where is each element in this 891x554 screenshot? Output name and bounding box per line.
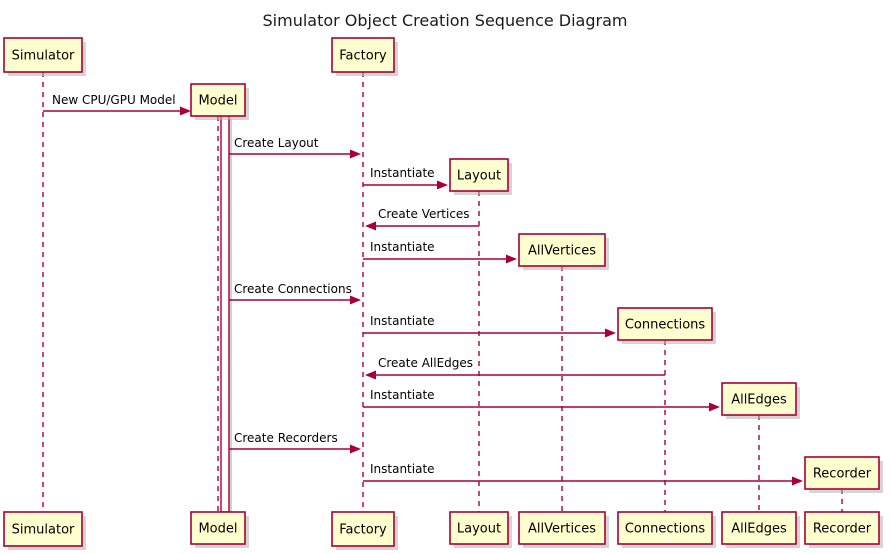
msg-create-layout-label: Create Layout bbox=[234, 136, 319, 150]
participant-allvertices-bottom-label: AllVertices bbox=[528, 522, 596, 537]
msg-instantiate-alledges-label: Instantiate bbox=[370, 388, 435, 402]
participant-simulator-bottom-label: Simulator bbox=[12, 523, 75, 538]
participant-connections-bottom-label: Connections bbox=[625, 522, 706, 537]
participant-simulator-top[interactable]: Simulator bbox=[3, 37, 86, 76]
participant-model-top-label: Model bbox=[198, 94, 237, 109]
msg-new-model-label: New CPU/GPU Model bbox=[52, 93, 176, 107]
sequence-diagram-svg: Simulator Object Creation Sequence Diagr… bbox=[0, 0, 891, 554]
sequence-diagram-canvas: Simulator Object Creation Sequence Diagr… bbox=[0, 0, 891, 554]
participant-model-bottom-label: Model bbox=[198, 522, 237, 537]
participant-allvertices-top[interactable]: AllVertices bbox=[518, 233, 609, 270]
msg-instantiate-recorder-label: Instantiate bbox=[370, 462, 435, 476]
participant-allvertices-bottom[interactable]: AllVertices bbox=[518, 511, 609, 548]
activations-group bbox=[220, 115, 232, 515]
msg-create-recorders-label: Create Recorders bbox=[234, 431, 338, 445]
diagram-background bbox=[0, 0, 891, 554]
msg-instantiate-layout-label: Instantiate bbox=[370, 166, 435, 180]
msg-create-alledges-label: Create AllEdges bbox=[378, 356, 473, 370]
page-title: Simulator Object Creation Sequence Diagr… bbox=[263, 11, 628, 30]
model-activation bbox=[220, 115, 230, 513]
participant-recorder-bottom-label: Recorder bbox=[813, 522, 872, 537]
msg-instantiate-connections-label: Instantiate bbox=[370, 314, 435, 328]
participant-recorder-top-label: Recorder bbox=[813, 467, 872, 482]
participant-layout-bottom-label: Layout bbox=[457, 522, 501, 537]
participant-layout-top-label: Layout bbox=[457, 169, 501, 184]
participant-factory-bottom[interactable]: Factory bbox=[331, 511, 398, 550]
participant-alledges-top[interactable]: AllEdges bbox=[721, 382, 800, 419]
participant-connections-bottom[interactable]: Connections bbox=[617, 511, 716, 548]
msg-create-vertices-label: Create Vertices bbox=[378, 207, 470, 221]
participant-recorder-top[interactable]: Recorder bbox=[804, 456, 883, 493]
participant-model-top[interactable]: Model bbox=[190, 83, 249, 120]
participant-factory-top-label: Factory bbox=[339, 49, 387, 64]
participant-simulator-top-label: Simulator bbox=[12, 49, 75, 64]
participant-connections-top-label: Connections bbox=[625, 318, 706, 333]
msg-create-connections-label: Create Connections bbox=[234, 282, 352, 296]
participant-factory-bottom-label: Factory bbox=[339, 523, 387, 538]
msg-instantiate-vertices-label: Instantiate bbox=[370, 240, 435, 254]
participant-model-bottom[interactable]: Model bbox=[190, 511, 249, 548]
participant-connections-top[interactable]: Connections bbox=[617, 307, 716, 344]
participant-layout-bottom[interactable]: Layout bbox=[449, 511, 512, 548]
participant-layout-top[interactable]: Layout bbox=[449, 158, 512, 195]
participant-allvertices-top-label: AllVertices bbox=[528, 244, 596, 259]
participant-alledges-bottom[interactable]: AllEdges bbox=[721, 511, 800, 548]
participant-recorder-bottom[interactable]: Recorder bbox=[804, 511, 883, 548]
participant-simulator-bottom[interactable]: Simulator bbox=[3, 511, 86, 550]
participant-factory-top[interactable]: Factory bbox=[331, 37, 398, 76]
participant-alledges-top-label: AllEdges bbox=[731, 393, 787, 408]
participant-alledges-bottom-label: AllEdges bbox=[731, 522, 787, 537]
